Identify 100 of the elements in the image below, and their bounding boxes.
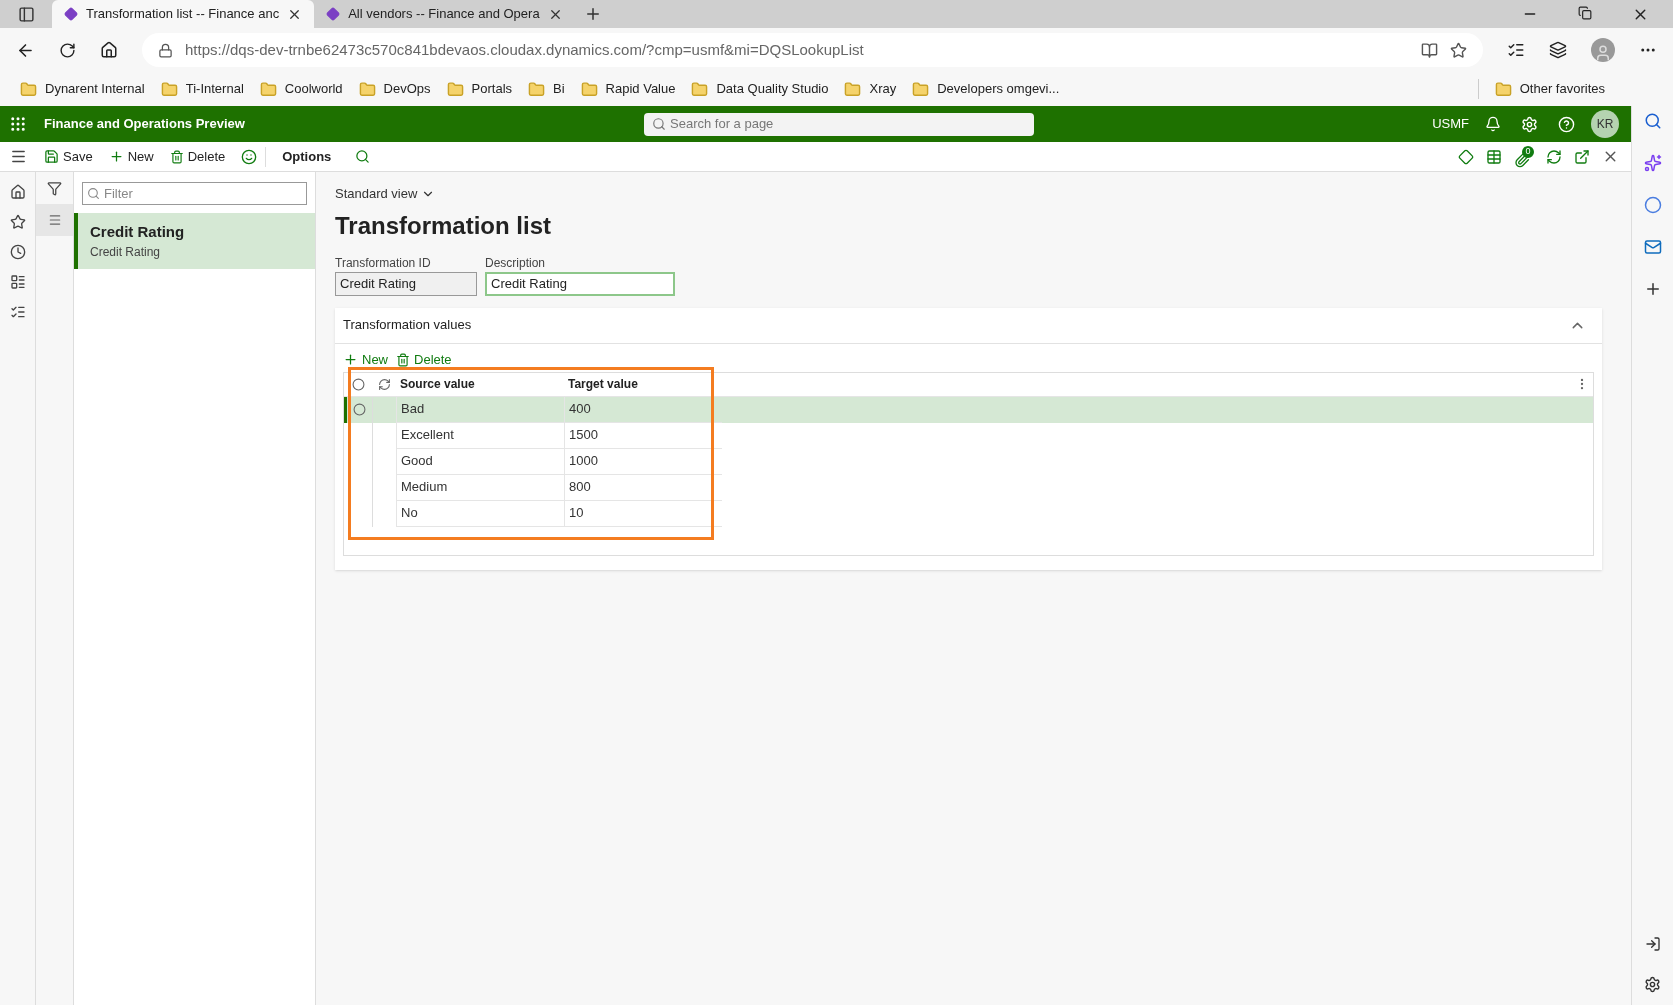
company-label[interactable]: USMF — [1432, 114, 1469, 134]
tab-actions-icon[interactable] — [17, 5, 35, 23]
url-text: https://dqs-dev-trnbe62473c570c841bdevaos.cloudax.dynamics.com/?cmp=usmf&mi=DQSLookupList — [185, 39, 865, 60]
table-cell: 1000 — [564, 448, 722, 475]
table-cell: Excellent — [396, 422, 564, 449]
table-cell: Medium — [396, 474, 564, 501]
star-icon[interactable] — [9, 214, 26, 230]
tab-title: Transformation list -- Finance anc — [86, 5, 280, 24]
collections-icon[interactable] — [1549, 41, 1567, 59]
bookmark[interactable]: Dynarent Internal — [12, 79, 153, 99]
grid-row[interactable]: No 10 — [344, 500, 1593, 527]
folder-icon — [691, 80, 709, 98]
table-cell: No — [396, 500, 564, 527]
table-cell: 1500 — [564, 422, 722, 449]
bookmark[interactable]: Other favorites — [1486, 79, 1613, 99]
toolbar-button[interactable]: Delete — [161, 142, 234, 171]
home-icon[interactable] — [9, 184, 26, 200]
view-selector[interactable]: Standard view — [335, 184, 436, 204]
attachments-button[interactable]: 0 — [1514, 145, 1534, 168]
item-title: Credit Rating — [90, 221, 186, 242]
toolbar-button[interactable]: Save — [36, 142, 101, 171]
smiley-icon[interactable] — [241, 148, 258, 165]
table-cell: Good — [396, 448, 564, 475]
restore-icon[interactable] — [1578, 5, 1592, 20]
app-launcher-icon[interactable] — [9, 115, 27, 133]
search-icon — [87, 187, 100, 200]
bookmark[interactable]: Data Quality Studio — [683, 79, 837, 99]
search-icon — [652, 117, 666, 131]
trash-icon — [169, 149, 184, 164]
bookmark[interactable]: Portals — [438, 79, 521, 99]
workspace-icon[interactable] — [9, 274, 26, 290]
table-cell: 400 — [564, 396, 722, 423]
favorite-icon[interactable] — [1450, 41, 1467, 59]
bookmark[interactable]: DevOps — [350, 79, 439, 99]
sparkle-icon[interactable] — [1643, 154, 1662, 172]
text-field[interactable]: Credit Rating — [335, 271, 477, 296]
select-all-checkbox[interactable] — [351, 377, 365, 391]
grid-row[interactable]: Medium 800 — [344, 474, 1593, 501]
table-cell: 800 — [564, 474, 722, 501]
item-subtitle: Credit Rating — [90, 244, 162, 262]
row-checkbox[interactable] — [353, 403, 366, 416]
profile-avatar[interactable] — [1591, 38, 1615, 62]
list-view-toggle[interactable] — [36, 204, 73, 236]
browser-tab[interactable]: Transformation list -- Finance anc — [52, 0, 315, 28]
hide-sidebar-icon[interactable] — [1644, 936, 1661, 952]
address-bar[interactable]: https://dqs-dev-trnbe62473c570c841bdevaos.cloudax.dynamics.com/?cmp=usmf&mi=DQSLookupList — [142, 33, 1483, 67]
open-in-new-window-icon[interactable] — [1574, 148, 1590, 165]
refresh-icon[interactable] — [59, 41, 76, 59]
browser-tab[interactable]: All vendors -- Finance and Opera — [314, 0, 575, 28]
filter-icon[interactable] — [47, 180, 62, 196]
plus-icon — [108, 149, 124, 164]
column-header[interactable]: Source value — [396, 375, 564, 393]
ring-icon[interactable] — [1643, 196, 1662, 214]
search-icon[interactable] — [355, 149, 371, 164]
plus-icon — [343, 352, 358, 367]
list-item[interactable]: Credit Rating Credit Rating — [74, 213, 315, 269]
favorites-icon[interactable] — [1507, 41, 1525, 59]
menu-icon[interactable] — [9, 148, 27, 165]
grid-row[interactable]: Good 1000 — [344, 448, 1593, 475]
diamond-icon[interactable] — [1458, 148, 1474, 165]
bookmark[interactable]: Rapid Value — [572, 79, 684, 99]
bookmark[interactable]: Ti-Internal — [152, 79, 252, 99]
search-icon[interactable] — [1643, 112, 1662, 130]
toolbar-button[interactable]: Options — [274, 142, 340, 171]
grid-row[interactable]: Bad 400 — [344, 396, 1593, 423]
bookmark[interactable]: Coolworld — [251, 79, 351, 99]
text-field[interactable]: Credit Rating — [485, 271, 675, 296]
help-icon[interactable] — [1558, 115, 1575, 133]
folder-icon — [528, 80, 546, 98]
app-title: Finance and Operations Preview — [44, 115, 246, 134]
user-avatar[interactable]: KR — [1591, 110, 1619, 138]
folder-icon — [912, 80, 930, 98]
column-header[interactable]: Target value — [564, 375, 722, 393]
clock-icon[interactable] — [9, 244, 26, 260]
tab-title: All vendors -- Finance and Opera — [348, 5, 540, 24]
folder-icon — [844, 80, 862, 98]
bookmark[interactable]: Developers omgevi... — [904, 79, 1068, 99]
grid-row[interactable]: Excellent 1500 — [344, 422, 1593, 449]
folder-icon — [20, 80, 37, 98]
folder-icon — [259, 80, 277, 98]
bookmark[interactable]: Xray — [836, 79, 905, 99]
table-cell: 10 — [564, 500, 722, 527]
field-label: Description — [485, 254, 547, 272]
folder-icon — [160, 80, 178, 98]
bell-icon[interactable] — [1485, 116, 1501, 132]
settings-icon[interactable] — [1644, 976, 1661, 993]
bookmark[interactable]: Bi — [520, 79, 573, 99]
mail-icon[interactable] — [1643, 238, 1662, 256]
table-cell: Bad — [396, 396, 564, 423]
folder-icon — [580, 80, 598, 98]
grid-action-button[interactable]: Delete — [396, 349, 452, 370]
save-icon — [44, 149, 59, 164]
trash-icon — [396, 352, 410, 367]
home-icon[interactable] — [100, 41, 118, 59]
list-icon — [47, 213, 62, 227]
grid-action-button[interactable]: New — [343, 349, 388, 370]
search-field[interactable]: Search for a page — [644, 112, 1034, 136]
modules-icon[interactable] — [9, 304, 26, 320]
toolbar-button[interactable]: New — [100, 142, 162, 171]
filter-field[interactable]: Filter — [82, 182, 307, 205]
